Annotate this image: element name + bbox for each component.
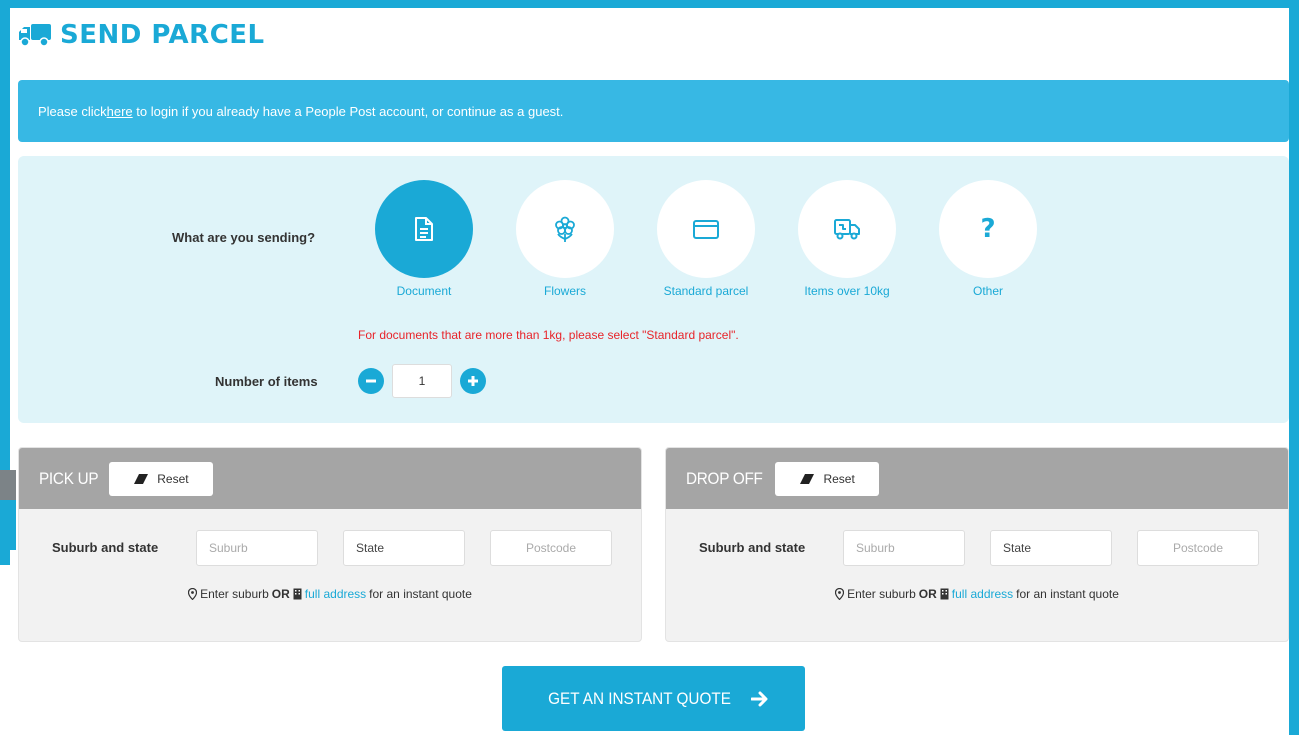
frame-right-border [1289, 0, 1299, 735]
document-weight-warning: For documents that are more than 1kg, pl… [358, 328, 739, 342]
suburb-state-label: Suburb and state [52, 540, 159, 555]
option-standard-parcel[interactable]: Standard parcel [646, 180, 766, 298]
sending-question: What are you sending? [172, 230, 316, 245]
pickup-title: PICK UP [39, 468, 99, 488]
dropoff-postcode-input[interactable] [1137, 530, 1259, 566]
hint-text-post: for an instant quote [1016, 587, 1119, 601]
quantity-input[interactable] [392, 364, 452, 398]
option-label: Items over 10kg [804, 284, 890, 298]
login-banner-suffix: to login if you already have a People Po… [132, 103, 564, 119]
delivery-truck-icon [834, 219, 860, 240]
decrement-button[interactable] [358, 368, 384, 394]
quote-button-label: GET AN INSTANT QUOTE [548, 688, 731, 708]
option-circle [516, 180, 614, 278]
plus-icon [468, 376, 478, 386]
increment-button[interactable] [460, 368, 486, 394]
question-icon: ? [980, 214, 996, 244]
option-items-over-10kg[interactable]: Items over 10kg [787, 180, 907, 298]
option-document[interactable]: Document [364, 180, 484, 298]
pickup-reset-button[interactable]: Reset [108, 461, 213, 496]
dropoff-reset-button[interactable]: Reset [775, 461, 880, 496]
frame-top-border [0, 0, 1299, 8]
option-circle [798, 180, 896, 278]
dropoff-suburb-input[interactable] [843, 530, 965, 566]
minus-icon [366, 379, 376, 383]
hint-or: OR [918, 587, 937, 601]
building-icon [940, 588, 949, 600]
arrow-right-icon [751, 691, 768, 706]
full-address-link[interactable]: full address [952, 587, 1013, 601]
dropoff-state-select[interactable] [990, 530, 1112, 566]
option-circle [657, 180, 755, 278]
quantity-stepper [358, 364, 486, 398]
sending-panel: What are you sending? Document Flowers S… [18, 156, 1289, 423]
dropoff-header: DROP OFF Reset [666, 448, 1288, 509]
hint-text-post: for an instant quote [369, 587, 472, 601]
hint-text-pre: Enter suburb [200, 587, 269, 601]
dropoff-suburb-row: Suburb and state [666, 530, 1288, 566]
truck-icon [19, 24, 51, 47]
dropoff-address-hint: Enter suburb OR full address for an inst… [666, 587, 1288, 601]
parcel-box-icon [693, 220, 719, 239]
pickup-address-hint: Enter suburb OR full address for an inst… [19, 587, 641, 601]
suburb-state-label: Suburb and state [699, 540, 806, 555]
location-pin-icon [835, 588, 845, 600]
login-banner: Please click here to login if you alread… [18, 80, 1289, 142]
get-instant-quote-button[interactable]: GET AN INSTANT QUOTE [502, 666, 805, 731]
option-label: Document [396, 284, 452, 298]
pickup-panel: PICK UP Reset Suburb and state Enter sub… [18, 447, 642, 642]
full-address-link[interactable]: full address [305, 587, 366, 601]
hint-or: OR [271, 587, 290, 601]
document-icon [415, 217, 433, 241]
reset-label: Reset [157, 471, 189, 486]
pickup-state-select[interactable] [343, 530, 465, 566]
dropoff-title: DROP OFF [686, 468, 763, 488]
building-icon [293, 588, 302, 600]
flower-icon [555, 216, 575, 242]
page-header: SEND PARCEL [18, 20, 265, 50]
pickup-suburb-input[interactable] [196, 530, 318, 566]
option-other[interactable]: ? Other [928, 180, 1048, 298]
page-title: SEND PARCEL [60, 20, 265, 50]
option-circle [375, 180, 473, 278]
option-label: Flowers [543, 284, 586, 298]
number-of-items-label: Number of items [215, 374, 318, 389]
frame-left-gray-accent [0, 470, 16, 500]
location-pin-icon [188, 588, 198, 600]
eraser-icon [134, 473, 149, 484]
dropoff-panel: DROP OFF Reset Suburb and state Enter su… [665, 447, 1289, 642]
option-label: Standard parcel [663, 284, 749, 298]
hint-text-pre: Enter suburb [847, 587, 916, 601]
pickup-header: PICK UP Reset [19, 448, 641, 509]
reset-label: Reset [823, 471, 855, 486]
option-circle: ? [939, 180, 1037, 278]
login-link[interactable]: here [107, 104, 133, 119]
option-label: Other [972, 284, 1003, 298]
pickup-suburb-row: Suburb and state [19, 530, 641, 566]
option-flowers[interactable]: Flowers [505, 180, 625, 298]
pickup-postcode-input[interactable] [490, 530, 612, 566]
eraser-icon [800, 473, 815, 484]
login-banner-prefix: Please click [38, 103, 107, 119]
